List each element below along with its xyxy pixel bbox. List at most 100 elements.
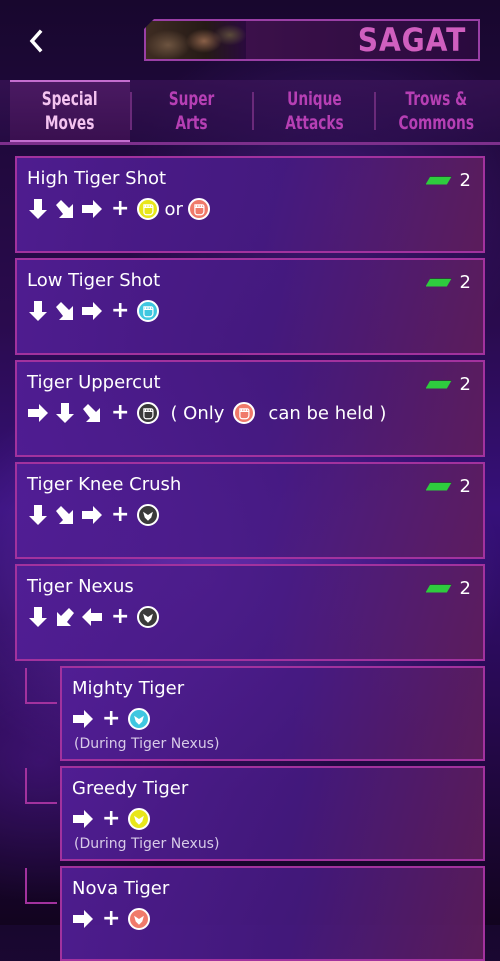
tab-label: Moves [45,112,95,134]
meter-cost: 2 [425,374,471,395]
kick-any-icon [137,606,160,628]
kick-any-icon [137,504,160,526]
move-category-tabs: Special Moves Super Arts Unique Attacks Tro… [0,80,500,142]
command-input: + [27,502,160,527]
drive-meter-icon [425,176,452,185]
move-note: (During Tiger Nexus) [74,736,220,752]
move-card-tiger-uppercut[interactable]: Tiger Uppercut 2 + ( Only can be held ) [15,360,485,457]
move-name: Mighty Tiger [72,678,185,699]
tab-label: Arts [175,112,209,134]
command-input: + ( Only can be held ) [27,402,386,424]
light-kick-icon [128,808,151,830]
character-name: SAGAT [357,21,466,59]
move-name: Tiger Knee Crush [27,474,182,495]
meter-cost: 2 [425,272,471,293]
drive-meter-icon [425,584,452,593]
plus-sign: + [102,806,121,831]
light-punch-icon [137,198,160,220]
plus-sign: + [102,906,121,931]
meter-value: 2 [459,476,471,497]
command-input: + [27,604,160,629]
arrow-right-icon [72,708,94,730]
move-card-tiger-nexus[interactable]: Tiger Nexus 2 + [15,564,485,661]
character-portrait [146,21,246,59]
plus-sign: + [111,400,130,425]
command-input: + [27,298,160,323]
plus-sign: + [111,502,130,527]
followup-card-mighty-tiger[interactable]: Mighty Tiger + (During Tiger Nexus) [60,666,485,761]
or-text: or [164,198,183,220]
move-note: (During Tiger Nexus) [74,836,220,852]
arrow-down-right-icon [81,402,103,424]
heavy-kick-icon [128,908,151,930]
tab-label: Unique [286,88,342,110]
meter-value: 2 [459,578,471,599]
tab-super-arts[interactable]: Super Arts [132,80,252,142]
move-card-tiger-knee-crush[interactable]: Tiger Knee Crush 2 + [15,462,485,559]
move-name: Tiger Uppercut [27,372,161,393]
tab-unique-attacks[interactable]: Unique Attacks [254,80,374,142]
arrow-right-icon [81,504,103,526]
meter-cost: 2 [425,476,471,497]
meter-cost: 2 [425,578,471,599]
followup-card-greedy-tiger[interactable]: Greedy Tiger + (During Tiger Nexus) [60,766,485,861]
tab-label: Commons [398,112,474,134]
character-banner: SAGAT [144,19,480,61]
arrow-left-icon [81,606,103,628]
move-name: Nova Tiger [72,878,170,899]
tab-label: Special [42,88,98,110]
medium-punch-icon [137,300,160,322]
tab-throws-commons[interactable]: Trows & Commons [376,80,496,142]
tab-special-moves[interactable]: Special Moves [10,80,130,142]
plus-sign: + [102,706,121,731]
move-name: Low Tiger Shot [27,270,161,291]
meter-cost: 2 [425,170,471,191]
command-input: + [72,906,151,931]
followup-connector [25,768,57,804]
plus-sign: + [111,196,130,221]
heavy-punch-icon [233,402,256,424]
arrow-down-right-icon [54,300,76,322]
medium-kick-icon [128,708,151,730]
arrow-down-icon [54,402,76,424]
arrow-down-left-icon [54,606,76,628]
meter-value: 2 [459,272,471,293]
command-input: + [72,706,151,731]
held-text: can be held ) [268,402,387,424]
arrow-right-icon [81,300,103,322]
drive-meter-icon [425,482,452,491]
arrow-right-icon [81,198,103,220]
command-input: + [72,806,151,831]
meter-value: 2 [459,170,471,191]
drive-meter-icon [425,278,452,287]
tab-label: Super [169,88,215,110]
followup-connector [25,868,57,904]
arrow-down-icon [27,300,49,322]
arrow-down-icon [27,198,49,220]
followup-card-nova-tiger[interactable]: Nova Tiger + [60,866,485,961]
move-name: Greedy Tiger [72,778,189,799]
arrow-right-icon [27,402,49,424]
move-card-low-tiger-shot[interactable]: Low Tiger Shot 2 + [15,258,485,355]
move-card-high-tiger-shot[interactable]: High Tiger Shot 2 + or [15,156,485,253]
arrow-down-icon [27,606,49,628]
meter-value: 2 [459,374,471,395]
tab-label: Trows & [405,88,467,110]
move-name: High Tiger Shot [27,168,167,189]
plus-sign: + [111,298,130,323]
move-name: Tiger Nexus [27,576,134,597]
punch-any-icon [137,402,160,424]
drive-meter-icon [425,380,452,389]
arrow-down-right-icon [54,504,76,526]
arrow-down-icon [27,504,49,526]
command-input: + or [27,198,210,220]
chevron-left-icon[interactable] [22,26,52,56]
heavy-punch-icon [187,198,210,220]
only-text: ( Only [170,402,225,424]
arrow-down-right-icon [54,198,76,220]
plus-sign: + [111,604,130,629]
arrow-right-icon [72,808,94,830]
arrow-right-icon [72,908,94,930]
tabs-divider [0,142,500,145]
followup-connector [25,668,57,704]
